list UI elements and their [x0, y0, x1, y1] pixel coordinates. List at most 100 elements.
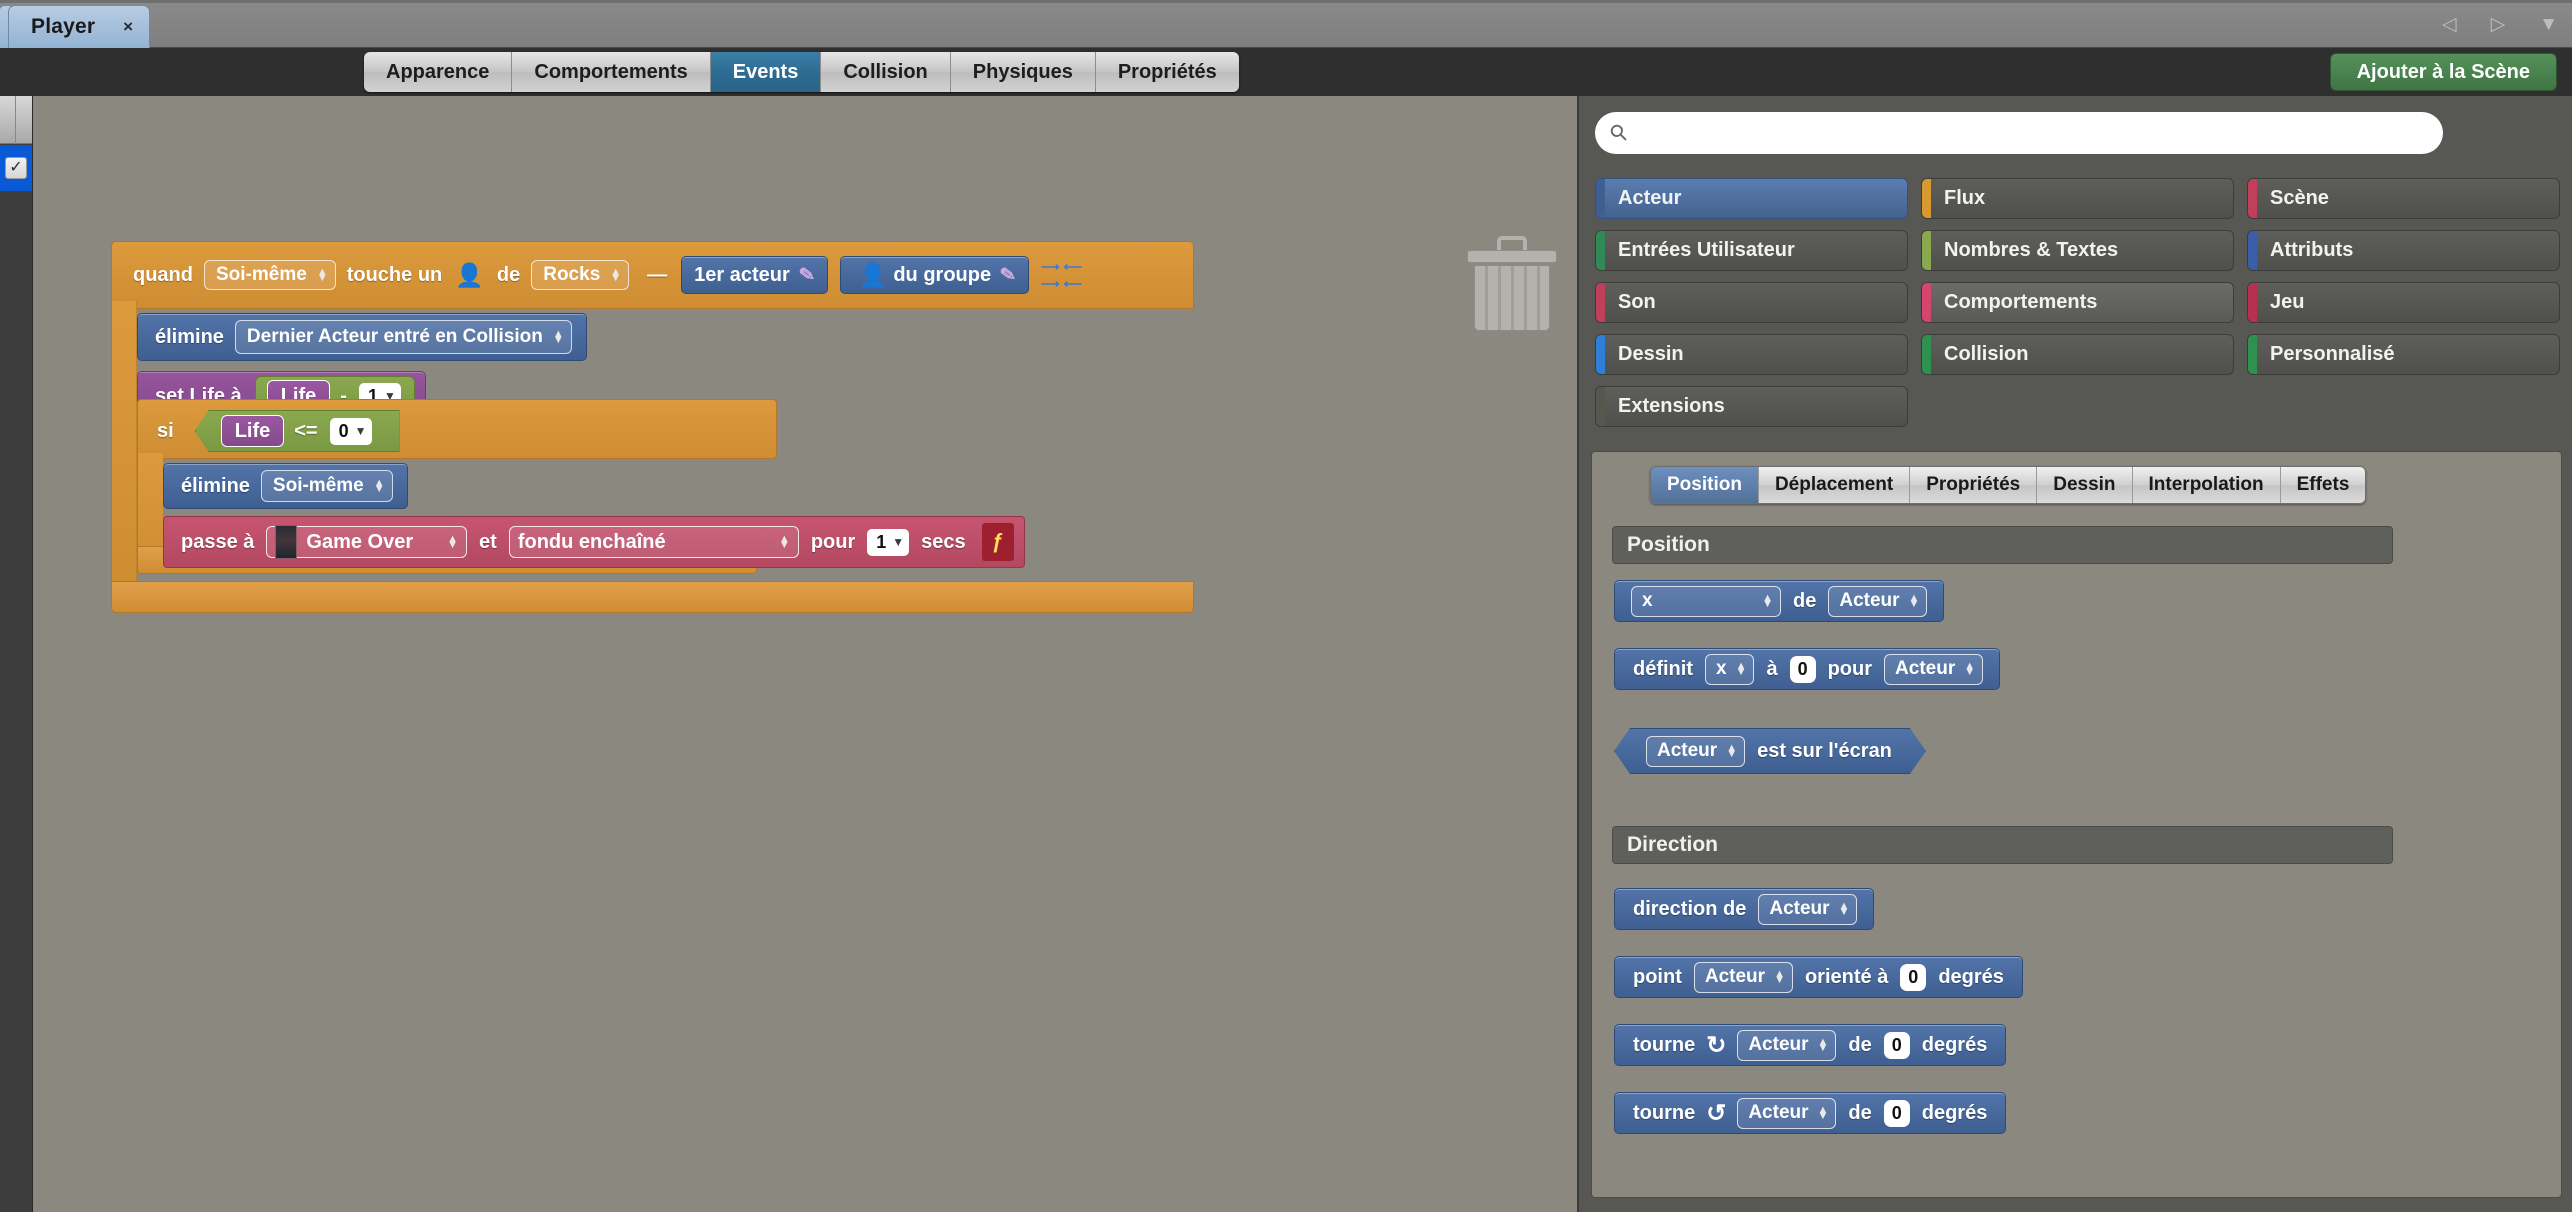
chevron-updown-icon: ▲ ▼ [778, 533, 790, 551]
chevron-down-icon[interactable]: ▼ [2539, 15, 2558, 34]
editor-toolbar: Apparence Comportements Events Collision Phy… [0, 48, 2572, 96]
actor-dropdown[interactable]: Acteur ▲ ▼ [1884, 653, 1984, 685]
category-attributs[interactable]: Attributs [2247, 230, 2560, 271]
kill-self-target-dropdown[interactable]: Soi-même ▲ ▼ [260, 470, 393, 502]
pencil-icon[interactable]: ✎ [797, 263, 816, 288]
collapse-arrows-icon[interactable]: ⟶ ⟵ ⟶ ⟵ [1041, 260, 1082, 290]
keyword-de: de [1848, 1101, 1872, 1124]
actor-dropdown[interactable]: Acteur ▲ ▼ [1737, 1097, 1837, 1129]
secs-value: 1 [876, 531, 887, 552]
degrees-label: degrés [1921, 1101, 1988, 1124]
category-color-edge [1596, 231, 1605, 270]
kill-self-block[interactable]: élimine Soi-même ▲ ▼ [163, 463, 408, 509]
subtab-position[interactable]: Position [1651, 467, 1759, 503]
next-arrow-icon[interactable]: ▷ [2491, 15, 2506, 34]
turn-ccw-degrees-field[interactable]: 0 [1883, 1099, 1910, 1127]
actor-value: Acteur [1895, 658, 1956, 679]
self-dropdown[interactable]: Soi-même ▲ ▼ [204, 260, 336, 290]
tab-comportements[interactable]: Comportements [512, 52, 711, 92]
category-son[interactable]: Son [1595, 282, 1908, 323]
subtab-d-placement[interactable]: Déplacement [1758, 467, 1911, 503]
main-tab-bar: Apparence Comportements Events Collision Phy… [364, 52, 1239, 92]
prev-arrow-icon[interactable]: ◁ [2442, 15, 2457, 34]
comparison-expression[interactable]: Life <= 0 ▼ [194, 410, 400, 452]
tab-apparence[interactable]: Apparence [364, 52, 513, 92]
subtab-propri-t-s[interactable]: Propriétés [1910, 467, 2038, 503]
actor-dropdown[interactable]: Acteur ▲ ▼ [1646, 736, 1745, 767]
lightning-bolt-icon[interactable]: ƒ [981, 523, 1014, 561]
category-dessin[interactable]: Dessin [1595, 334, 1908, 375]
tab-events[interactable]: Events [710, 52, 822, 92]
if-block-hat[interactable]: si Life <= 0 ▼ [137, 399, 777, 459]
group-dropdown[interactable]: Rocks ▲ ▼ [531, 260, 630, 290]
category-color-edge [2248, 283, 2257, 322]
chevron-updown-icon: ▲ ▼ [373, 477, 385, 495]
direction-of-block[interactable]: direction de Acteur ▲ ▼ [1614, 888, 1875, 930]
event-block-collision[interactable]: quand Soi-même ▲ ▼ touche un 👤 de Rocks ▲… [111, 241, 1194, 646]
coordinate-dropdown[interactable]: x ▲ ▼ [1705, 653, 1755, 685]
secs-value-dropdown[interactable]: 1 ▼ [867, 528, 910, 556]
category-collision[interactable]: Collision [1921, 334, 2234, 375]
chevron-down-icon: ▼ [892, 535, 905, 549]
event-canvas[interactable]: quand Soi-même ▲ ▼ touche un 👤 de Rocks ▲… [33, 96, 1576, 1212]
set-x-block[interactable]: définit x ▲ ▼ à 0 pour Acteur ▲ ▼ [1614, 648, 2001, 690]
actor-dropdown[interactable]: Acteur ▲ ▼ [1737, 1029, 1837, 1061]
category-color-edge [1596, 283, 1605, 322]
is-on-screen-block[interactable]: Acteur ▲ ▼ est sur l'écran [1614, 728, 1926, 774]
rotate-ccw-icon: ↺ [1706, 1099, 1727, 1127]
scene-dropdown[interactable]: Game Over ▲ ▼ [266, 525, 468, 559]
add-to-scene-button[interactable]: Ajouter à la Scène [2329, 53, 2557, 91]
category-extensions[interactable]: Extensions [1595, 386, 1908, 427]
turn-clockwise-block[interactable]: tourne ↻ Acteur ▲ ▼ de 0 degrés [1614, 1024, 2007, 1066]
subtab-interpolation[interactable]: Interpolation [2132, 467, 2281, 503]
first-actor-chip[interactable]: 1er acteur ✎ [681, 256, 828, 294]
turn-counterclockwise-block[interactable]: tourne ↺ Acteur ▲ ▼ de 0 degrés [1614, 1092, 2007, 1134]
category-color-edge [2248, 179, 2257, 218]
set-x-value-field[interactable]: 0 [1789, 655, 1816, 683]
close-icon[interactable]: × [123, 17, 133, 37]
category-nombres-textes[interactable]: Nombres & Textes [1921, 230, 2234, 271]
of-group-chip[interactable]: 👤 du groupe ✎ [839, 256, 1030, 294]
category-personnalis-[interactable]: Personnalisé [2247, 334, 2560, 375]
chevron-updown-icon: ▲ ▼ [1774, 968, 1785, 986]
coordinate-dropdown[interactable]: x ▲ ▼ [1631, 585, 1781, 617]
category-sc-ne[interactable]: Scène [2247, 178, 2560, 219]
get-x-block[interactable]: x ▲ ▼ de Acteur ▲ ▼ [1614, 580, 1945, 622]
rail-selected-row[interactable]: ✓ [0, 145, 32, 191]
document-tab-label: Player [31, 15, 96, 38]
kill-last-actor-block[interactable]: élimine Dernier Acteur entré en Collisio… [137, 313, 587, 361]
event-hat-row[interactable]: quand Soi-même ▲ ▼ touche un 👤 de Rocks ▲… [111, 241, 1194, 309]
blocks-sub-panel: Position Déplacement Propriétés Dessin Inter… [1591, 451, 2562, 1198]
trash-can-icon[interactable] [1459, 228, 1567, 338]
search-input[interactable] [1635, 122, 2443, 144]
point-at-block[interactable]: point Acteur ▲ ▼ orienté à 0 degrés [1614, 956, 2023, 998]
kill-verb: élimine [155, 325, 224, 348]
kill-last-target-dropdown[interactable]: Dernier Acteur entré en Collision ▲ ▼ [234, 320, 572, 354]
actor-dropdown[interactable]: Acteur ▲ ▼ [1758, 893, 1858, 925]
category-acteur[interactable]: Acteur [1595, 178, 1908, 219]
subtab-effets[interactable]: Effets [2280, 467, 2366, 503]
document-tab-player[interactable]: Player × [8, 5, 150, 48]
transition-dropdown[interactable]: fondu enchaîné ▲ ▼ [508, 526, 799, 558]
life-variable-chip[interactable]: Life [220, 415, 285, 447]
point-degrees-field[interactable]: 0 [1900, 963, 1927, 991]
turn-cw-degrees-field[interactable]: 0 [1883, 1031, 1910, 1059]
tab-propri-t-s[interactable]: Propriétés [1095, 52, 1239, 92]
actor-dropdown[interactable]: Acteur ▲ ▼ [1828, 585, 1928, 617]
category-color-edge [1922, 231, 1931, 270]
category-flux[interactable]: Flux [1921, 178, 2234, 219]
search-field-wrapper[interactable]: ⚲ [1595, 112, 2443, 154]
pencil-icon[interactable]: ✎ [999, 263, 1018, 288]
tab-collision[interactable]: Collision [821, 52, 951, 92]
tab-physiques[interactable]: Physiques [950, 52, 1096, 92]
chevron-updown-icon: ▲ ▼ [1908, 592, 1920, 610]
rail-checkbox[interactable]: ✓ [5, 157, 27, 179]
comparison-value-dropdown[interactable]: 0 ▼ [329, 417, 372, 445]
switch-scene-block[interactable]: passe à Game Over ▲ ▼ et fondu enchaîné ▲… [163, 516, 1025, 568]
category-comportements[interactable]: Comportements [1921, 282, 2234, 323]
first-actor-label: 1er acteur [694, 263, 790, 286]
subtab-dessin[interactable]: Dessin [2037, 467, 2133, 503]
category-jeu[interactable]: Jeu [2247, 282, 2560, 323]
actor-dropdown[interactable]: Acteur ▲ ▼ [1693, 961, 1793, 993]
category-entr-es-utilisateur[interactable]: Entrées Utilisateur [1595, 230, 1908, 271]
